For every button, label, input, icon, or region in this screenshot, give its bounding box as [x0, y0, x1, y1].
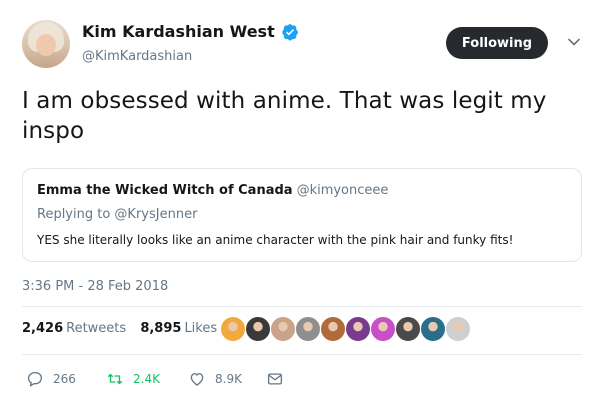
author-handle[interactable]: @KimKardashian: [82, 49, 192, 64]
tweet-text: I am obsessed with anime. That was legit…: [22, 88, 547, 144]
envelope-icon: [267, 373, 283, 385]
liker-avatar[interactable]: [245, 316, 271, 342]
quoted-author-handle: @kimyonceee: [296, 183, 389, 198]
like-count: 8.9K: [215, 372, 242, 386]
liker-avatar[interactable]: [420, 316, 446, 342]
likes-stat[interactable]: 8,895 Likes: [140, 321, 217, 336]
tweet-stats: 2,426 Retweets 8,895 Likes: [22, 321, 217, 336]
liker-avatar[interactable]: [270, 316, 296, 342]
quoted-tweet[interactable]: Emma the Wicked Witch of Canada @kimyonce…: [22, 168, 582, 262]
verified-badge-icon: [281, 23, 298, 40]
liker-avatar[interactable]: [395, 316, 421, 342]
chevron-down-icon[interactable]: [566, 34, 582, 50]
tweet-timestamp[interactable]: 3:36 PM - 28 Feb 2018: [22, 279, 168, 294]
liker-avatar[interactable]: [345, 316, 371, 342]
liker-avatar[interactable]: [320, 316, 346, 342]
reply-count: 266: [53, 372, 76, 386]
author-name-row: Kim Kardashian West: [82, 22, 299, 41]
retweet-icon: [107, 373, 123, 385]
following-button[interactable]: Following: [446, 27, 548, 59]
like-button[interactable]: 8.9K: [188, 369, 242, 389]
liker-avatar[interactable]: [220, 316, 246, 342]
likes-label: Likes: [184, 321, 218, 336]
divider: [22, 354, 582, 355]
liker-avatar[interactable]: [370, 316, 396, 342]
reply-button[interactable]: 266: [26, 369, 76, 389]
retweets-label: Retweets: [66, 321, 127, 336]
divider: [22, 306, 582, 307]
retweets-stat[interactable]: 2,426 Retweets: [22, 321, 126, 336]
direct-message-button[interactable]: [266, 369, 284, 389]
liker-avatar[interactable]: [295, 316, 321, 342]
reply-icon: [27, 371, 43, 387]
author-display-name[interactable]: Kim Kardashian West: [82, 22, 275, 41]
retweets-count: 2,426: [22, 321, 64, 336]
quoted-author-display-name: Emma the Wicked Witch of Canada: [37, 183, 293, 198]
quoted-replying-to: Replying to @KrysJenner: [37, 207, 198, 222]
author-avatar[interactable]: [22, 20, 70, 68]
retweet-count: 2.4K: [133, 372, 160, 386]
liker-avatar[interactable]: [445, 316, 471, 342]
quoted-tweet-name-row: Emma the Wicked Witch of Canada @kimyonce…: [37, 183, 388, 198]
heart-icon: [190, 373, 204, 386]
tweet-header: Kim Kardashian West @KimKardashian Follo…: [18, 18, 588, 74]
likes-count: 8,895: [140, 321, 182, 336]
retweet-button[interactable]: 2.4K: [106, 369, 160, 389]
quoted-tweet-text: YES she literally looks like an anime ch…: [37, 233, 514, 247]
